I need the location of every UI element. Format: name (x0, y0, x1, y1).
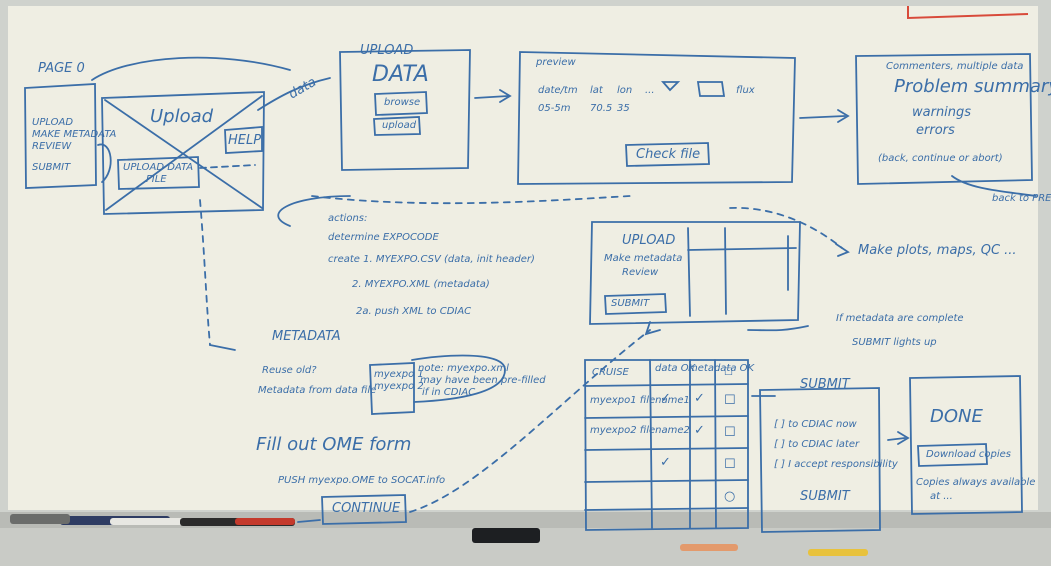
page-step-review: REVIEW (32, 141, 72, 152)
preview-val-lon: 35 (617, 103, 630, 114)
done-note-1: Copies always available (916, 477, 1036, 488)
download-copies-button-sketch: Download copies (926, 449, 1011, 460)
marker-orange (680, 544, 738, 551)
md-panel-title: UPLOAD (622, 233, 676, 248)
metadata-note-2: may have been pre-filled (420, 375, 546, 386)
actions-push-xml: 2a. push XML to CDIAC (356, 306, 472, 317)
page-step-metadata: MAKE METADATA (32, 129, 117, 140)
table-row-2-check: ☐ (724, 425, 736, 440)
whiteboard-photo: PAGE 0 UPLOAD MAKE METADATA REVIEW SUBMI… (0, 0, 1051, 566)
sketch-upload-data-file: UPLOAD DATA (123, 162, 194, 173)
md-panel-subtitle: Make metadata (604, 253, 683, 264)
preview-val-lat: 70.5 (590, 103, 613, 114)
qc-note: Make plots, maps, QC ... (858, 243, 1017, 258)
metadata-reuse: Reuse old? (262, 365, 317, 376)
actions-create-xml: 2. MYEXPO.XML (metadata) (352, 279, 490, 290)
table-row-2-meta: ✓ (694, 423, 705, 438)
marker-red (235, 518, 295, 525)
marker-yellow (808, 549, 868, 556)
preview-val-date: 05-5m (538, 103, 571, 114)
problems-line1: Commenters, multiple data (886, 61, 1024, 72)
metadata-heading: METADATA (272, 329, 341, 344)
sketch-upload-data-file-2: FILE (146, 174, 167, 185)
browse-button-sketch: browse (384, 97, 421, 108)
preview-col-ellipsis: ... (645, 85, 655, 96)
metadata-list-item-2: myexpo 2 (374, 381, 424, 392)
done-heading: DONE (930, 406, 983, 427)
table-header-cruise: CRUISE (592, 367, 629, 378)
submit-option-later: [ ] to CDIAC later (774, 439, 860, 450)
md-panel-review: Review (622, 267, 659, 278)
upload-screen-title: UPLOAD (360, 43, 414, 58)
table-row-1-data: ✓ (660, 391, 671, 406)
actions-title: actions: (328, 213, 368, 224)
table-header-metadata: metadata OK (688, 363, 755, 374)
table-row-3-data: ✓ (660, 455, 671, 470)
preview-col-lon: lon (617, 85, 633, 96)
table-row-1-check: ☐ (724, 393, 736, 408)
sketch-help-box: HELP (228, 133, 262, 148)
submit-option-now: [ ] to CDIAC now (774, 419, 857, 430)
table-header-check: ☐ (724, 367, 733, 378)
metadata-from-file: Metadata from data file (258, 385, 377, 396)
ome-fill: Fill out OME form (256, 434, 412, 455)
table-row-1-name: myexpo1 filename1 (590, 395, 690, 406)
md-panel-submit: SUBMIT (611, 298, 650, 309)
submit-option-accept: [ ] I accept responsibility (774, 459, 898, 470)
table-row-1-meta: ✓ (694, 391, 705, 406)
actions-create-csv: create 1. MYEXPO.CSV (data, init header) (328, 254, 535, 265)
preview-col-flux: flux (736, 85, 755, 96)
submit-button-sketch: SUBMIT (800, 489, 850, 504)
page-step-submit: SUBMIT (32, 162, 71, 173)
table-row-2-name: myexpo2 filename2 (590, 425, 690, 436)
metadata-note-1: note: myexpo.xml (418, 363, 509, 374)
preview-col-lat: lat (590, 85, 603, 96)
problems-actions: (back, continue or abort) (878, 153, 1003, 164)
complete-note-2: SUBMIT lights up (852, 337, 937, 348)
upload-button-sketch: upload (382, 120, 417, 131)
metadata-note-3: if in CDIAC (422, 387, 476, 398)
problems-back-label: back to PREV (992, 193, 1051, 204)
page-label: PAGE 0 (38, 61, 85, 76)
page-step-upload: UPLOAD (32, 117, 74, 128)
ome-push: PUSH myexpo.OME to SOCAT.info (278, 475, 446, 486)
eraser (472, 528, 540, 543)
upload-screen-subtitle: DATA (372, 62, 429, 87)
check-file-button-sketch: Check file (636, 147, 701, 162)
problems-errors: errors (916, 123, 955, 138)
problems-warnings: warnings (912, 105, 972, 120)
submit-heading: SUBMIT (800, 377, 850, 392)
complete-note-1: If metadata are complete (836, 313, 964, 324)
metadata-list-item-1: myexpo 1 (374, 369, 424, 380)
actions-expocode: determine EXPOCODE (328, 232, 439, 243)
table-row-4-check: ○ (724, 489, 736, 504)
problems-summary-title: Problem summary (894, 76, 1051, 97)
continue-button-sketch: CONTINUE (332, 501, 401, 516)
preview-col-date: date/tm (538, 85, 578, 96)
done-note-2: at ... (930, 491, 953, 502)
table-row-3-check: ☐ (724, 457, 736, 472)
preview-tag: preview (536, 57, 576, 68)
sketch-upload-title: Upload (150, 106, 214, 127)
